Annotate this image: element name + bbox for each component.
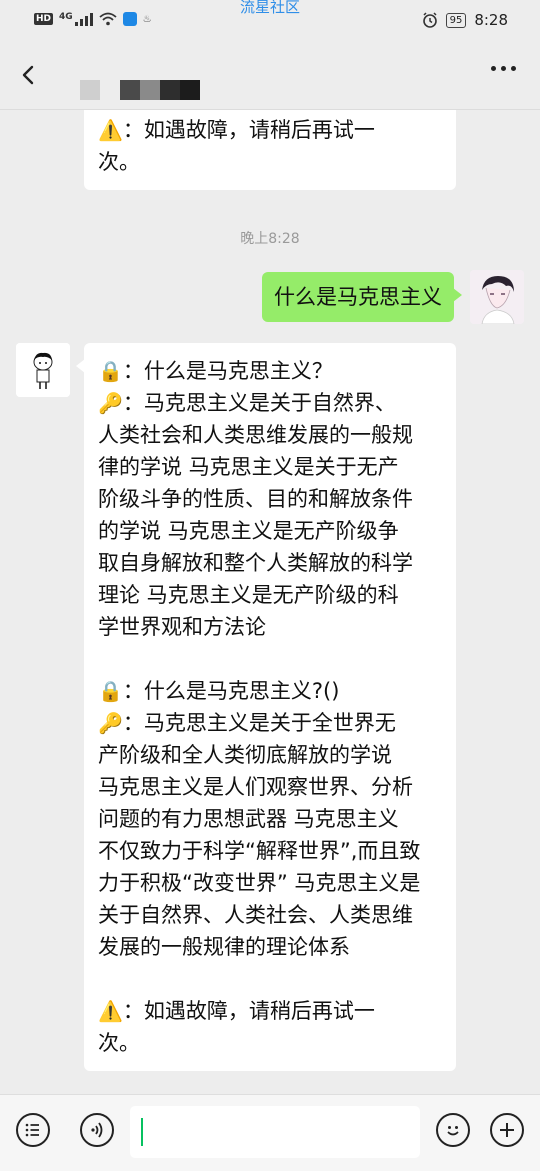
answer-text: ：马克思主义是关于全世界无 产阶级和全人类彻底解放的学说 马克思主义是人们观察世… <box>98 711 421 959</box>
input-bar <box>0 1094 540 1171</box>
user-message-bubble[interactable]: 什么是马克思主义 <box>262 272 462 322</box>
bot-reply-bubble[interactable]: 🔒：什么是马克思主义？ 🔑：马克思主义是关于自然界、 人类社会和人类思维发展的一… <box>76 343 456 1071</box>
hd-badge: HD <box>34 13 54 25</box>
message-input[interactable] <box>130 1106 420 1158</box>
key-icon: 🔑 <box>98 391 123 415</box>
text-caret <box>141 1118 143 1146</box>
battery-indicator: 95 <box>445 12 467 28</box>
emoji-icon[interactable] <box>436 1113 470 1147</box>
signal-icon <box>74 12 93 26</box>
lock-icon: 🔒 <box>98 679 123 703</box>
key-icon: 🔑 <box>98 711 123 735</box>
user-avatar[interactable] <box>470 270 524 324</box>
misc-status-icon: ♨ <box>142 13 152 25</box>
bot-message-partial: ⚠️：如遇故障，请稍后再试一 次。 <box>84 110 456 190</box>
network-type: 4G <box>59 12 73 22</box>
bot-avatar-image <box>16 343 70 397</box>
app-notification-icon <box>122 12 137 26</box>
plus-icon[interactable] <box>490 1113 524 1147</box>
warning-text: ：如遇故障，请稍后再试一 次。 <box>98 999 375 1055</box>
lock-icon: 🔒 <box>98 359 123 383</box>
alarm-icon <box>422 12 437 28</box>
warning-icon: ⚠️ <box>98 118 123 142</box>
wifi-icon <box>99 12 117 26</box>
answer-text: ：马克思主义是关于自然界、 人类社会和人类思维发展的一般规 律的学说 马克思主义… <box>98 391 413 639</box>
voice-icon[interactable] <box>80 1113 114 1147</box>
warning-icon: ⚠️ <box>98 999 123 1023</box>
chat-area[interactable]: ⚠️：如遇故障，请稍后再试一 次。 晚上8:28 什么是马克思主义 🔒：什么是马… <box>0 110 540 1094</box>
question-text: ：什么是马克思主义?() <box>122 679 340 703</box>
bot-avatar[interactable] <box>16 343 70 397</box>
status-time: 8:28 <box>474 11 508 29</box>
menu-list-icon[interactable] <box>16 1113 50 1147</box>
chat-header <box>0 44 540 110</box>
message-text: ：如遇故障，请稍后再试一 次。 <box>98 118 375 174</box>
question-text: ：什么是马克思主义？ <box>122 359 333 383</box>
user-avatar-image <box>470 270 524 324</box>
status-bar: 流星社区 HD 4G ♨ 95 8:28 <box>0 0 540 44</box>
chevron-left-icon[interactable] <box>18 64 40 86</box>
contact-name-redacted <box>80 80 200 100</box>
message-timestamp: 晚上8:28 <box>240 231 300 247</box>
more-dots-icon[interactable] <box>491 66 516 71</box>
